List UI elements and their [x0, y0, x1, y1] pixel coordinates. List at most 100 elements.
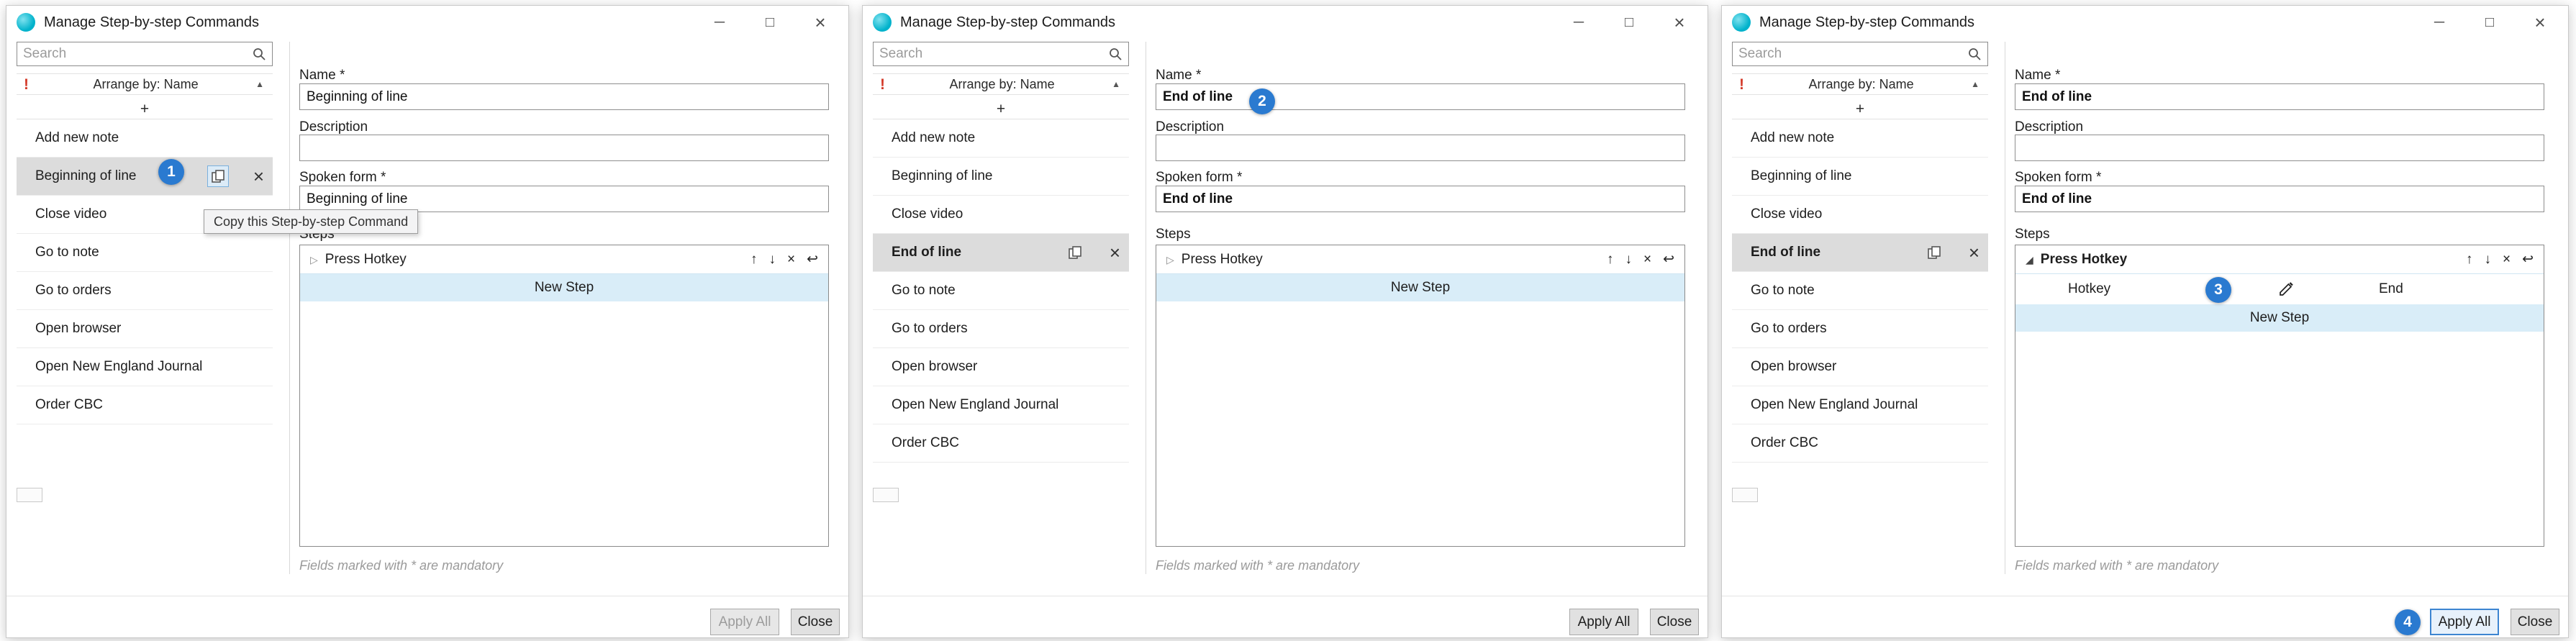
list-item[interactable]: Open browser — [873, 348, 1129, 386]
add-command-button[interactable]: + — [17, 99, 273, 119]
apply-all-button[interactable]: Apply All — [2430, 609, 2499, 635]
description-label: Description — [299, 119, 368, 135]
delete-step-icon[interactable]: × — [787, 253, 795, 266]
list-item-label: Close video — [35, 206, 106, 222]
spoken-form-label: Spoken form * — [1156, 170, 1242, 186]
move-down-icon[interactable]: ↓ — [768, 253, 776, 266]
undo-step-icon[interactable]: ↩ — [1663, 253, 1674, 266]
list-item[interactable]: Open browser — [17, 310, 273, 348]
plus-icon: + — [1856, 101, 1864, 117]
undo-step-icon[interactable]: ↩ — [2522, 253, 2534, 266]
search-input[interactable] — [23, 46, 252, 62]
move-down-icon[interactable]: ↓ — [2484, 253, 2491, 266]
name-input[interactable] — [2015, 83, 2544, 110]
copy-command-icon[interactable] — [1065, 242, 1085, 263]
list-item[interactable]: Open browser — [1732, 348, 1988, 386]
callout-badge-4: 4 — [2395, 609, 2421, 635]
edit-pencil-icon[interactable] — [2276, 279, 2296, 303]
list-item-selected[interactable]: End of line × — [1732, 234, 1988, 272]
list-item-label: Order CBC — [1751, 435, 1818, 451]
list-item[interactable]: Go to note — [1732, 272, 1988, 310]
move-up-icon[interactable]: ↑ — [1607, 253, 1614, 266]
step-press-hotkey[interactable]: ▷ Press Hotkey ↑ ↓ × ↩ — [300, 245, 828, 274]
expander-collapsed-icon[interactable]: ▷ — [310, 255, 318, 265]
sidebar-scroll-box[interactable] — [873, 488, 899, 502]
expander-collapsed-icon[interactable]: ▷ — [1166, 255, 1174, 265]
command-list: Add new note Beginning of line Close vid… — [1732, 119, 1988, 463]
name-input[interactable] — [299, 83, 829, 110]
step-title: Press Hotkey — [1182, 252, 1607, 268]
hotkey-row[interactable]: Hotkey End — [2015, 274, 2544, 304]
list-item[interactable]: Go to note — [17, 234, 273, 272]
list-item[interactable]: Close video — [873, 196, 1129, 234]
add-command-button[interactable]: + — [873, 99, 1129, 119]
spoken-form-input[interactable] — [1156, 186, 1685, 212]
list-item[interactable]: Order CBC — [873, 424, 1129, 463]
move-up-icon[interactable]: ↑ — [2466, 253, 2473, 266]
new-step-button[interactable]: New Step — [2015, 304, 2544, 332]
delete-command-icon[interactable]: × — [1110, 243, 1120, 262]
hotkey-label: Hotkey — [2068, 281, 2110, 297]
list-item[interactable]: Go to orders — [17, 272, 273, 310]
sidebar-scroll-box[interactable] — [1732, 488, 1758, 502]
expander-expanded-icon[interactable]: ◢ — [2026, 255, 2033, 265]
step-title: Press Hotkey — [2041, 252, 2466, 268]
undo-step-icon[interactable]: ↩ — [807, 253, 818, 266]
list-item[interactable]: Open New England Journal — [873, 386, 1129, 424]
add-command-button[interactable]: + — [1732, 99, 1988, 119]
list-item[interactable]: Add new note — [17, 119, 273, 158]
apply-all-button[interactable]: Apply All — [710, 609, 779, 635]
list-item[interactable]: Add new note — [1732, 119, 1988, 158]
apply-all-button[interactable]: Apply All — [1569, 609, 1638, 635]
list-item[interactable]: Go to orders — [873, 310, 1129, 348]
delete-command-icon[interactable]: × — [1969, 243, 1979, 262]
description-input[interactable] — [299, 135, 829, 161]
list-item-label: Open New England Journal — [35, 359, 202, 375]
close-dialog-button[interactable]: Close — [2511, 609, 2559, 635]
search-input[interactable] — [1738, 46, 1967, 62]
new-step-button[interactable]: New Step — [1156, 274, 1684, 301]
sidebar-scroll-box[interactable] — [17, 488, 42, 502]
copy-command-icon[interactable] — [207, 165, 229, 187]
delete-command-icon[interactable]: × — [253, 167, 264, 186]
list-item[interactable]: Add new note — [873, 119, 1129, 158]
step-press-hotkey[interactable]: ▷ Press Hotkey ↑ ↓ × ↩ — [1156, 245, 1684, 274]
close-dialog-button[interactable]: Close — [791, 609, 840, 635]
list-item-selected[interactable]: Beginning of line × — [17, 158, 273, 196]
list-item[interactable]: Order CBC — [17, 386, 273, 424]
spoken-form-input[interactable] — [299, 186, 829, 212]
list-item[interactable]: Beginning of line — [1732, 158, 1988, 196]
list-item-selected[interactable]: End of line × — [873, 234, 1129, 272]
name-label: Name * — [299, 68, 345, 83]
description-input[interactable] — [2015, 135, 2544, 161]
delete-step-icon[interactable]: × — [1643, 253, 1651, 266]
list-item[interactable]: Open New England Journal — [17, 348, 273, 386]
step-press-hotkey[interactable]: ◢ Press Hotkey ↑ ↓ × ↩ — [2015, 245, 2544, 274]
arrange-by-bar[interactable]: ! Arrange by: Name ▲ — [1732, 73, 1988, 95]
list-item[interactable]: Go to orders — [1732, 310, 1988, 348]
list-item-label: Close video — [892, 206, 963, 222]
arrange-by-bar[interactable]: ! Arrange by: Name ▲ — [17, 73, 273, 95]
description-input[interactable] — [1156, 135, 1685, 161]
spoken-form-input[interactable] — [2015, 186, 2544, 212]
copy-command-icon[interactable] — [1924, 242, 1944, 263]
list-item[interactable]: Order CBC — [1732, 424, 1988, 463]
list-item[interactable]: Beginning of line — [873, 158, 1129, 196]
arrange-label: Arrange by: Name — [36, 77, 255, 92]
search-input[interactable] — [879, 46, 1108, 62]
callout-badge-1: 1 — [158, 159, 184, 185]
list-item[interactable]: Open New England Journal — [1732, 386, 1988, 424]
move-up-icon[interactable]: ↑ — [750, 253, 758, 266]
sort-ascending-icon: ▲ — [1971, 79, 1979, 89]
list-item-label: Close video — [1751, 206, 1822, 222]
move-down-icon[interactable]: ↓ — [1625, 253, 1632, 266]
list-item[interactable]: Go to note — [873, 272, 1129, 310]
delete-step-icon[interactable]: × — [2503, 253, 2511, 266]
name-input[interactable] — [1156, 83, 1685, 110]
window-manage-commands-3: Manage Step-by-step Commands ─ □ × ! Arr… — [1721, 5, 2569, 638]
arrange-by-bar[interactable]: ! Arrange by: Name ▲ — [873, 73, 1129, 95]
step-actions: ↑ ↓ × ↩ — [750, 253, 818, 266]
new-step-button[interactable]: New Step — [300, 274, 828, 301]
close-dialog-button[interactable]: Close — [1650, 609, 1699, 635]
list-item[interactable]: Close video — [1732, 196, 1988, 234]
